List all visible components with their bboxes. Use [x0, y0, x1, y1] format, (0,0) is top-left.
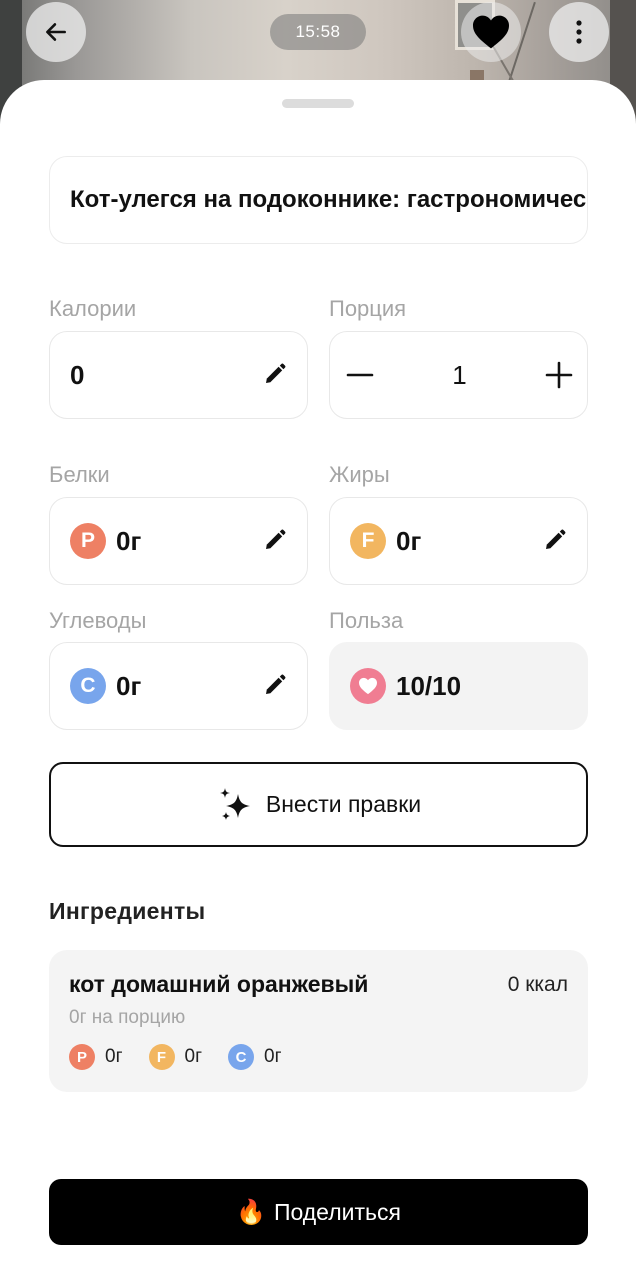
carbs-badge-icon: C	[228, 1044, 254, 1070]
pencil-icon[interactable]	[263, 528, 287, 552]
edit-button[interactable]: Внести правки	[49, 762, 588, 847]
heart-icon	[473, 15, 509, 49]
fat-field[interactable]: F 0г	[329, 497, 588, 585]
ingredient-carbs-value: 0г	[264, 1046, 282, 1067]
edit-button-label: Внести правки	[265, 791, 422, 817]
carbs-field[interactable]: C 0г	[49, 642, 308, 730]
meal-details-sheet: Кот-улегся на подоконнике: гастрономичес…	[0, 80, 636, 1280]
meal-title-field[interactable]: Кот-улегся на подоконнике: гастрономичес…	[49, 156, 588, 244]
fat-value: 0г	[396, 525, 422, 556]
fat-badge-icon: F	[148, 1044, 175, 1070]
favorite-button[interactable]	[461, 2, 521, 62]
status-time: 15:58	[270, 14, 366, 50]
pencil-icon[interactable]	[263, 362, 287, 386]
benefit-field: 10/10	[329, 642, 588, 730]
ingredients-title: Ингредиенты	[49, 898, 206, 924]
more-button[interactable]	[549, 2, 609, 62]
fat-badge-icon: F	[350, 523, 386, 559]
carbs-label: Углеводы	[49, 608, 147, 633]
ingredient-fat: F 0г	[148, 1044, 203, 1070]
portion-value: 1	[452, 359, 467, 390]
ingredient-macros: P 0г F 0г C 0г	[69, 1044, 308, 1070]
ingredient-card[interactable]: кот домашний оранжевый 0 ккал 0г на порц…	[49, 950, 588, 1092]
meal-title: Кот-улегся на подоконнике: гастрономичес…	[70, 186, 588, 213]
minus-icon[interactable]	[346, 361, 374, 389]
portion-label: Порция	[329, 296, 407, 321]
ingredient-fat-value: 0г	[184, 1046, 203, 1067]
more-vertical-icon	[576, 20, 582, 44]
ingredient-protein: P 0г	[69, 1044, 123, 1070]
protein-label: Белки	[49, 462, 110, 487]
ingredient-kcal: 0 ккал	[507, 973, 568, 996]
protein-value: 0г	[116, 525, 142, 556]
sparkles-icon	[219, 787, 250, 820]
protein-badge-icon: P	[70, 523, 106, 559]
fat-label: Жиры	[329, 462, 390, 487]
carbs-badge-icon: C	[70, 668, 106, 704]
calories-label: Калории	[49, 296, 137, 321]
arrow-left-icon	[46, 23, 66, 41]
portion-stepper[interactable]: 1	[329, 331, 588, 419]
sheet-grabber[interactable]	[282, 99, 354, 108]
back-button[interactable]	[26, 2, 86, 62]
ingredient-protein-value: 0г	[105, 1046, 123, 1067]
share-button[interactable]: 🔥 Поделиться	[49, 1179, 588, 1245]
protein-field[interactable]: P 0г	[49, 497, 308, 585]
plus-icon[interactable]	[545, 361, 573, 389]
carbs-value: 0г	[116, 670, 142, 701]
protein-badge-icon: P	[69, 1044, 95, 1070]
pencil-icon[interactable]	[263, 673, 287, 697]
fire-icon: 🔥	[236, 1198, 266, 1226]
ingredient-name: кот домашний оранжевый	[69, 971, 369, 997]
ingredient-portion: 0г на порцию	[69, 1007, 186, 1028]
share-button-label: Поделиться	[273, 1198, 401, 1225]
calories-value: 0	[70, 359, 85, 390]
heart-icon	[350, 668, 386, 704]
calories-field[interactable]: 0	[49, 331, 308, 419]
benefit-value: 10/10	[396, 670, 462, 701]
benefit-label: Польза	[329, 608, 404, 633]
pencil-icon[interactable]	[543, 528, 567, 552]
ingredient-carbs: C 0г	[228, 1044, 282, 1070]
